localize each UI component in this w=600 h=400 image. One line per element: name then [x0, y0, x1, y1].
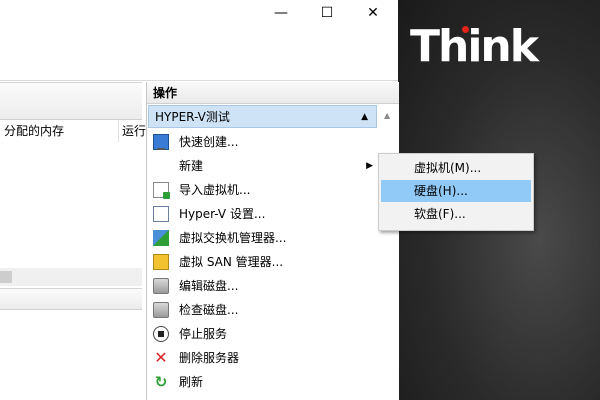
action-import-vm[interactable]: 导入虚拟机...: [149, 178, 377, 202]
submenu-item-floppy-disk[interactable]: 软盘(F)...: [381, 203, 531, 225]
action-label: 检查磁盘...: [179, 303, 239, 317]
action-label: 删除服务器: [179, 351, 240, 365]
action-inspect-disk[interactable]: 检查磁盘...: [149, 298, 377, 322]
scroll-up-icon[interactable]: ▲: [384, 111, 390, 120]
hyperv-manager-window: — ☐ ✕ 分配的内存 运行 操作 HYPER-V测试 ▲ ▲ 快速创建... …: [0, 0, 399, 400]
virtual-machines-pane: 分配的内存 运行: [0, 82, 146, 400]
action-quick-create[interactable]: 快速创建...: [149, 130, 377, 154]
horizontal-scrollbar[interactable]: [0, 268, 142, 286]
new-submenu: 虚拟机(M)... 硬盘(H)... 软盘(F)...: [378, 153, 534, 231]
close-button[interactable]: ✕: [350, 0, 396, 25]
import-vm-icon: [153, 182, 170, 199]
delete-icon: ✕: [154, 348, 168, 367]
action-label: 新建: [179, 159, 204, 173]
action-new[interactable]: 新建 ▶: [149, 154, 377, 178]
details-pane-header: [0, 288, 142, 310]
quick-create-icon: [153, 134, 169, 150]
action-label: 刷新: [179, 375, 204, 389]
minimize-button[interactable]: —: [258, 0, 304, 25]
toolbar-area: [0, 25, 398, 81]
submenu-item-virtual-machine[interactable]: 虚拟机(M)...: [381, 157, 531, 179]
submenu-arrow-icon: ▶: [366, 161, 373, 171]
thinkpad-logo: Think: [410, 21, 539, 72]
actions-pane: 操作 HYPER-V测试 ▲ ▲ 快速创建... 新建 ▶ 导入虚拟机... H…: [146, 82, 399, 400]
refresh-icon: ↻: [154, 373, 168, 391]
virtual-switch-icon: [153, 230, 169, 246]
action-label: 编辑磁盘...: [179, 279, 239, 293]
action-virtual-switch-manager[interactable]: 虚拟交换机管理器...: [149, 226, 377, 250]
group-header-hyperv[interactable]: HYPER-V测试 ▲: [148, 105, 377, 128]
action-refresh[interactable]: ↻ 刷新: [149, 370, 377, 394]
action-label: 虚拟交换机管理器...: [179, 231, 287, 245]
action-label: 快速创建...: [179, 135, 239, 149]
submenu-item-hard-disk[interactable]: 硬盘(H)...: [381, 180, 531, 202]
column-header-memory[interactable]: 分配的内存: [0, 120, 119, 142]
action-edit-disk[interactable]: 编辑磁盘...: [149, 274, 377, 298]
logo-red-dot: [462, 26, 469, 33]
group-header-label: HYPER-V测试: [155, 110, 230, 124]
action-virtual-san-manager[interactable]: 虚拟 SAN 管理器...: [149, 250, 377, 274]
action-label: 停止服务: [179, 327, 228, 341]
pane-header: [0, 82, 142, 120]
vertical-scrollbar[interactable]: ▲: [380, 105, 397, 400]
collapse-icon[interactable]: ▲: [361, 106, 368, 129]
scrollbar-thumb[interactable]: [0, 271, 12, 283]
action-label: Hyper-V 设置...: [179, 207, 266, 221]
inspect-disk-icon: [153, 302, 169, 318]
settings-icon: [153, 206, 169, 222]
edit-disk-icon: [153, 278, 169, 294]
action-label: 虚拟 SAN 管理器...: [179, 255, 284, 269]
action-hyperv-settings[interactable]: Hyper-V 设置...: [149, 202, 377, 226]
virtual-san-icon: [153, 254, 169, 270]
action-label: 导入虚拟机...: [179, 183, 251, 197]
action-stop-service[interactable]: 停止服务: [149, 322, 377, 346]
actions-title: 操作: [147, 82, 399, 104]
stop-icon: [153, 326, 169, 342]
title-bar: — ☐ ✕: [0, 0, 398, 25]
action-remove-server[interactable]: ✕ 删除服务器: [149, 346, 377, 370]
maximize-button[interactable]: ☐: [304, 0, 350, 25]
